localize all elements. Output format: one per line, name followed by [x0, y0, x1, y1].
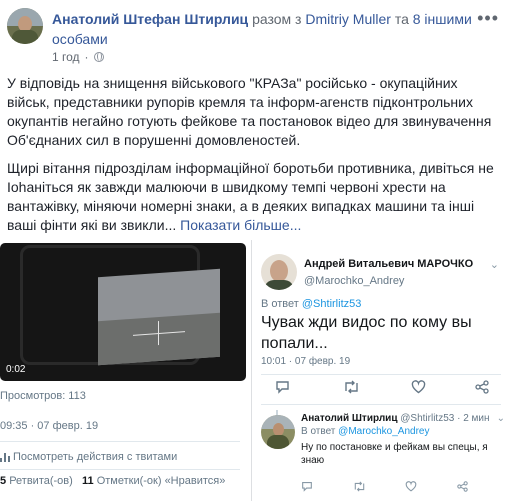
- tweet-timestamp: 09:35 · 07 февр. 19: [0, 420, 99, 432]
- reply-author-avatar[interactable]: [261, 415, 295, 449]
- post-time[interactable]: 1 год: [52, 50, 80, 64]
- tagged-user-link[interactable]: Dmitriy Muller: [305, 11, 391, 27]
- attached-screenshots: 0:02 Просмотров: 113 09:35 · 07 февр. 19…: [0, 240, 507, 501]
- retweets-label[interactable]: Ретвита(-ов): [9, 475, 73, 487]
- thermal-scene: [98, 268, 220, 366]
- reply-author-name[interactable]: Анатолий Штирлиц: [301, 413, 397, 424]
- heart-icon[interactable]: [405, 481, 417, 495]
- post-paragraph-2: Щирі вітання підрозділам інформаційної б…: [7, 159, 501, 235]
- with-text: разом з: [252, 11, 302, 27]
- video-player[interactable]: 0:02: [0, 243, 246, 381]
- heart-icon[interactable]: [411, 380, 426, 397]
- globe-icon: [93, 52, 104, 62]
- right-tweet-card: Андрей Витальевич МАРОЧКО @Marochko_Andr…: [253, 240, 507, 501]
- video-duration: 0:02: [6, 364, 26, 375]
- likes-label[interactable]: Отметки(-ок) «Нравится»: [97, 475, 226, 487]
- reply-to-line: В ответ @Marochko_Andrey: [301, 426, 429, 437]
- reply-actions: [301, 481, 501, 495]
- retweet-icon[interactable]: [343, 380, 360, 397]
- retweet-icon[interactable]: [353, 481, 366, 495]
- post-header: Анатолий Штефан Штирлиц разом з Dmitriy …: [0, 0, 507, 64]
- tweet-author-handle[interactable]: @Marochko_Andrey: [304, 275, 404, 287]
- author-avatar[interactable]: [7, 8, 43, 44]
- tweet-activity-label: Посмотреть действия с твитами: [13, 451, 178, 463]
- post-paragraph-1: У відповідь на знищення військового "КРА…: [7, 75, 492, 148]
- reply-handle-time: @Shtirlitz53 · 2 мин: [400, 413, 490, 424]
- divider: [0, 469, 240, 470]
- chevron-down-icon[interactable]: ⌄: [497, 413, 505, 424]
- chevron-down-icon[interactable]: ⌄: [490, 258, 499, 271]
- divider: [261, 374, 501, 375]
- share-icon[interactable]: [457, 481, 468, 495]
- reply-handle-link[interactable]: @Shtirlitz53: [302, 298, 361, 310]
- author-name-link[interactable]: Анатолий Штефан Штирлиц: [52, 11, 248, 27]
- tweet-text: Чувак жди видос по кому вы попали...: [261, 314, 472, 352]
- tweet-author-name[interactable]: Андрей Витальевич МАРОЧКО: [304, 258, 473, 270]
- divider: [0, 441, 240, 442]
- reply-icon[interactable]: [301, 481, 313, 495]
- tweet-timestamp: 10:01 · 07 февр. 19: [261, 356, 351, 367]
- ellipsis-icon[interactable]: •••: [477, 8, 499, 29]
- reply-header: Анатолий Штирлиц @Shtirlitz53 · 2 мин: [301, 413, 506, 424]
- marochko-avatar[interactable]: [261, 254, 297, 290]
- see-more-link[interactable]: Показати більше...: [180, 217, 301, 233]
- share-icon[interactable]: [475, 380, 489, 397]
- likes-count: 11: [81, 475, 94, 487]
- reply-text: Ну по постановке и фейкам вы спецы, я зн…: [301, 442, 488, 466]
- reply-handle-link[interactable]: @Marochko_Andrey: [338, 426, 429, 437]
- reply-to-line: В ответ @Shtirlitz53: [261, 298, 361, 310]
- reply-prefix: В ответ: [301, 426, 336, 437]
- divider: [261, 404, 501, 405]
- view-count: Просмотров: 113: [0, 390, 86, 402]
- analytics-icon: [0, 452, 10, 462]
- retweets-count: 5: [0, 475, 7, 487]
- tweet-actions: [253, 380, 507, 398]
- post-body: У відповідь на знищення військового "КРА…: [7, 74, 501, 244]
- post-header-line: Анатолий Штефан Штирлиц разом з Dmitriy …: [52, 9, 472, 49]
- post-meta: 1 год ·: [52, 50, 104, 64]
- left-tweet-card: 0:02 Просмотров: 113 09:35 · 07 февр. 19…: [0, 240, 247, 501]
- reply-icon[interactable]: [275, 380, 290, 397]
- tweet-activity-link[interactable]: Посмотреть действия с твитами: [0, 451, 177, 463]
- tweet-stats: 5 Ретвита(-ов) 11 Отметки(-ок) «Нравится…: [0, 475, 225, 487]
- and-text: та: [394, 11, 409, 27]
- divider: [251, 240, 252, 501]
- reply-prefix: В ответ: [261, 298, 299, 310]
